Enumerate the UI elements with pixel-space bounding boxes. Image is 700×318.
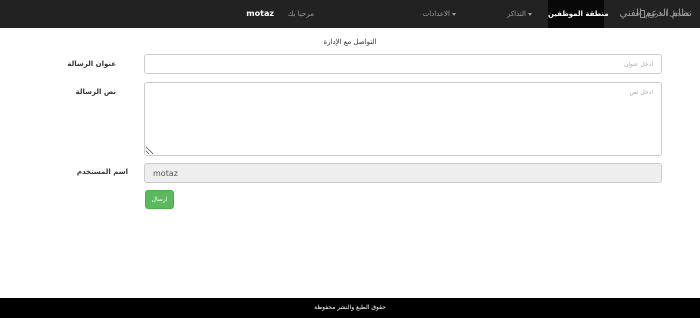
nav-tickets-dropdown[interactable]: التذاكر (507, 0, 532, 28)
logout-icon (636, 10, 645, 18)
username-label: اسم المستخدم (76, 168, 128, 176)
message-title-input[interactable] (144, 54, 662, 74)
copyright-text: حقوق الطبع والنشر محفوظة (314, 304, 386, 311)
send-button[interactable]: ارسال (145, 190, 174, 209)
nav-settings-dropdown[interactable]: الاعدادات (423, 0, 456, 28)
logout-link[interactable]: تسجيل الخروج (636, 0, 690, 28)
nav-tickets-label: التذاكر (506, 10, 526, 18)
footer: حقوق الطبع والنشر محفوظة (0, 298, 700, 318)
username-field (144, 163, 662, 183)
logout-label: تسجيل الخروج (647, 10, 690, 18)
message-body-label: نص الرسالة (75, 88, 116, 96)
message-title-label: عنوان الرسالة (67, 60, 116, 68)
nav-staff-area[interactable]: منطقة الموظفين (548, 0, 609, 28)
caret-down-icon (528, 12, 532, 16)
nav-settings-label: الاعدادات (422, 10, 450, 18)
top-navbar: نظام الدعم الفني منطقة الموظفين التذاكر … (0, 0, 700, 28)
form-heading: التواصل مع الإدارة (323, 38, 377, 46)
message-body-textarea[interactable] (144, 82, 662, 156)
welcome-text: مرحبا بك (287, 10, 314, 18)
caret-down-icon (452, 12, 456, 16)
username-link[interactable]: motaz (246, 0, 274, 28)
